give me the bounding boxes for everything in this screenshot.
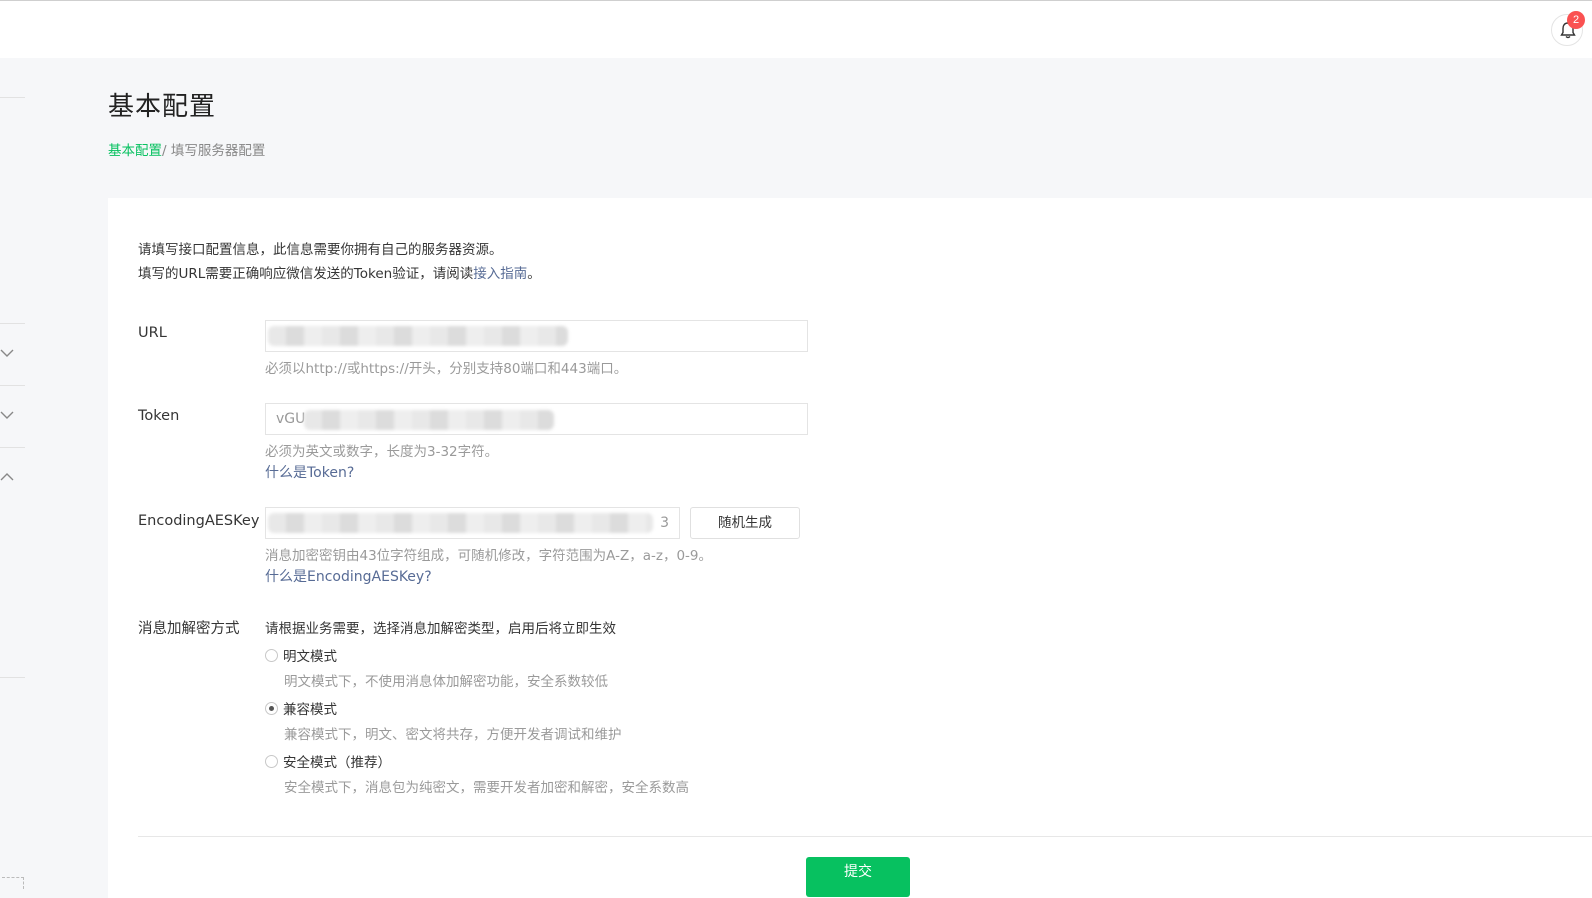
aes-key-label: EncodingAESKey [138,513,260,529]
sidebar-divider [0,97,25,98]
intro-line-2: 填写的URL需要正确响应微信发送的Token验证，请阅读接入指南。 [138,266,541,282]
what-is-aes-key-link[interactable]: 什么是EncodingAESKey? [265,566,432,586]
chevron-down-icon[interactable] [0,346,14,360]
random-generate-button[interactable]: 随机生成 [690,507,800,539]
url-hint: 必须以http://或https://开头，分别支持80端口和443端口。 [265,361,628,377]
breadcrumb-current: 填写服务器配置 [170,143,266,159]
intro-text: 请填写接口配置信息，此信息需要你拥有自己的服务器资源。 填写的URL需要正确响应… [138,238,541,286]
sidebar-divider [0,385,25,386]
page-title: 基本配置 [108,92,217,122]
breadcrumb-root-link[interactable]: 基本配置 [108,143,162,159]
url-input[interactable] [265,320,808,352]
plaintext-mode-desc: 明文模式下，不使用消息体加解密功能，安全系数较低 [284,674,608,690]
radio-plaintext-mode[interactable]: 明文模式 [265,645,337,665]
encryption-description: 请根据业务需要，选择消息加解密类型，启用后将立即生效 [265,621,616,637]
redacted-value [268,326,568,346]
secure-mode-desc: 安全模式下，消息包为纯密文，需要开发者加密和解密，安全系数高 [284,780,689,796]
what-is-token-link[interactable]: 什么是Token? [265,462,354,482]
token-hint: 必须为英文或数字，长度为3-32字符。 [265,444,499,460]
form-divider [138,836,1592,837]
notification-badge: 2 [1567,11,1585,29]
redacted-value [268,513,653,533]
radio-secure-mode[interactable]: 安全模式（推荐） [265,751,391,771]
url-label: URL [138,325,167,341]
breadcrumb: 基本配置/ 填写服务器配置 [108,139,265,159]
intro-line-1: 请填写接口配置信息，此信息需要你拥有自己的服务器资源。 [138,242,503,258]
token-input[interactable]: vGU [265,403,808,435]
chevron-down-icon[interactable] [0,408,14,422]
aes-key-input[interactable]: 3 [265,507,680,539]
sidebar-divider [0,323,25,324]
submit-button[interactable]: 提交 [806,857,910,897]
sidebar-divider [0,447,25,448]
compatible-mode-desc: 兼容模式下，明文、密文将共存，方便开发者调试和维护 [284,727,622,743]
breadcrumb-separator: / [162,143,171,159]
radio-compatible-mode[interactable]: 兼容模式 [265,698,337,718]
token-label: Token [138,408,180,424]
top-bar [0,1,1592,58]
aes-key-visible-value: 3 [660,515,669,531]
radio-button[interactable] [265,754,278,768]
access-guide-link[interactable]: 接入指南 [473,266,527,282]
aes-key-hint: 消息加密密钥由43位字符组成，可随机修改，字符范围为A-Z，a-z，0-9。 [265,548,713,564]
encryption-label: 消息加解密方式 [138,621,240,637]
token-visible-value: vGU [276,411,306,427]
chevron-up-icon[interactable] [0,470,14,484]
sidebar-divider [0,677,25,678]
radio-button[interactable] [265,648,278,662]
redacted-value [304,410,554,430]
sidebar-dashed-box [2,877,24,889]
radio-button-checked[interactable] [265,701,278,715]
